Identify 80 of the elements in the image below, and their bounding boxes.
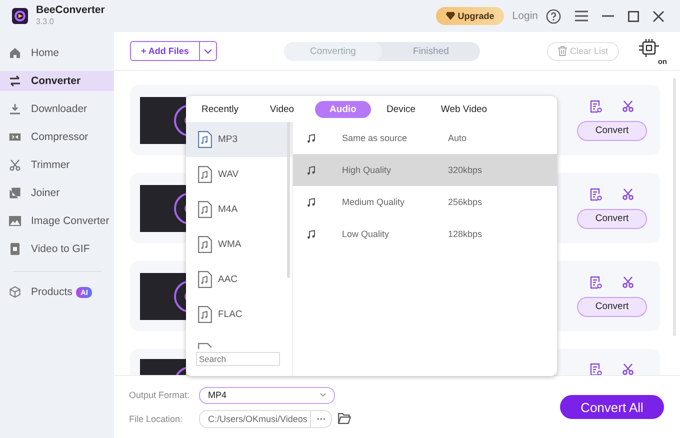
video-thumbnail [140, 96, 186, 144]
sidebar-item[interactable]: Video to GIF [0, 239, 114, 259]
sidebar-item[interactable]: Trimmer [0, 155, 114, 175]
close-icon[interactable] [653, 10, 664, 22]
search-field[interactable]: Search [196, 352, 280, 366]
settings-icon[interactable] [590, 276, 602, 288]
products-label: Products [31, 286, 72, 298]
sidebar-item[interactable]: Compressor [0, 127, 114, 147]
file-location-label: File Location: [129, 414, 184, 424]
quality-item[interactable]: High Quality 320kbps [293, 154, 557, 186]
video-thumbnail [140, 184, 186, 232]
settings-icon[interactable] [590, 188, 602, 200]
compress-icon [9, 131, 21, 143]
music-note-icon [307, 230, 315, 238]
scissors-icon[interactable] [622, 188, 634, 200]
format-item[interactable]: AAC [186, 262, 292, 297]
convert-button[interactable]: Convert [577, 208, 647, 228]
layers-icon [9, 187, 21, 199]
image-icon [9, 215, 21, 227]
quality-item[interactable]: Low Quality 128kbps [293, 218, 557, 250]
output-format-dropdown[interactable]: MP4 [199, 386, 335, 404]
audio-file-icon [198, 306, 212, 323]
sidebar-item[interactable]: Joiner [0, 183, 114, 203]
caret-icon [204, 48, 212, 54]
file-icon [198, 343, 212, 349]
upgrade-button[interactable]: Upgrade [436, 7, 504, 25]
browse-button[interactable]: ··· [311, 410, 332, 426]
audio-file-icon [198, 166, 212, 183]
download-icon [9, 103, 21, 115]
format-item[interactable]: FLAC [186, 297, 292, 332]
maximize-icon[interactable] [628, 10, 639, 22]
scissors-icon[interactable] [622, 363, 634, 375]
app-logo-icon [12, 8, 28, 24]
menu-icon[interactable] [575, 10, 588, 22]
video-thumbnail [140, 359, 186, 375]
sidebar-item[interactable]: Home [0, 43, 114, 63]
convert-button[interactable]: Convert [577, 296, 647, 316]
format-tab[interactable]: Web Video [431, 100, 497, 118]
minimize-icon[interactable] [602, 15, 614, 17]
music-note-icon [307, 198, 315, 206]
file-location-field[interactable]: C:/Users/OKmusi/Videos [200, 410, 312, 426]
app-name: BeeConverter [36, 5, 105, 16]
sidebar-item[interactable]: Converter [0, 71, 114, 91]
video-thumbnail [140, 272, 186, 320]
app-version: 3.3.0 [36, 16, 55, 27]
format-item[interactable]: WAV [186, 157, 292, 192]
settings-icon[interactable] [590, 363, 602, 375]
folder-icon[interactable] [338, 413, 352, 424]
scissors-icon [9, 159, 21, 171]
audio-file-icon [198, 236, 212, 253]
sidebar-item[interactable]: Image Converter [0, 211, 114, 231]
home-icon [9, 47, 21, 59]
cube-icon [9, 286, 21, 298]
format-item[interactable]: M4A [186, 192, 292, 227]
format-item[interactable]: MP3 [186, 122, 292, 157]
audio-file-icon [198, 201, 212, 218]
convert-all-button[interactable]: Convert All [560, 395, 664, 419]
quality-item[interactable]: Same as source Auto [293, 122, 557, 154]
trash-icon [558, 46, 567, 56]
scissors-icon[interactable] [622, 276, 634, 288]
audio-file-icon [198, 131, 212, 148]
format-item[interactable]: WMA [186, 227, 292, 262]
quality-item[interactable]: Medium Quality 256kbps [293, 186, 557, 218]
format-tab[interactable]: Recently [191, 100, 249, 118]
audio-file-icon [198, 271, 212, 288]
help-icon[interactable] [546, 8, 561, 24]
scissors-icon[interactable] [622, 100, 634, 112]
format-tab[interactable]: Device [375, 100, 427, 118]
caret-icon [320, 393, 326, 397]
document-icon [9, 243, 21, 255]
music-note-icon [307, 134, 315, 142]
sidebar-item[interactable]: Downloader [0, 99, 114, 119]
format-tab[interactable]: Video [253, 100, 311, 118]
arrows-icon [9, 75, 21, 87]
settings-icon[interactable] [590, 100, 602, 112]
convert-button[interactable]: Convert [577, 120, 647, 140]
diamond-icon [446, 12, 455, 20]
music-note-icon [307, 166, 315, 174]
add-files-button[interactable]: + Add Files [130, 41, 217, 61]
output-format-label: Output Format: [129, 390, 191, 400]
